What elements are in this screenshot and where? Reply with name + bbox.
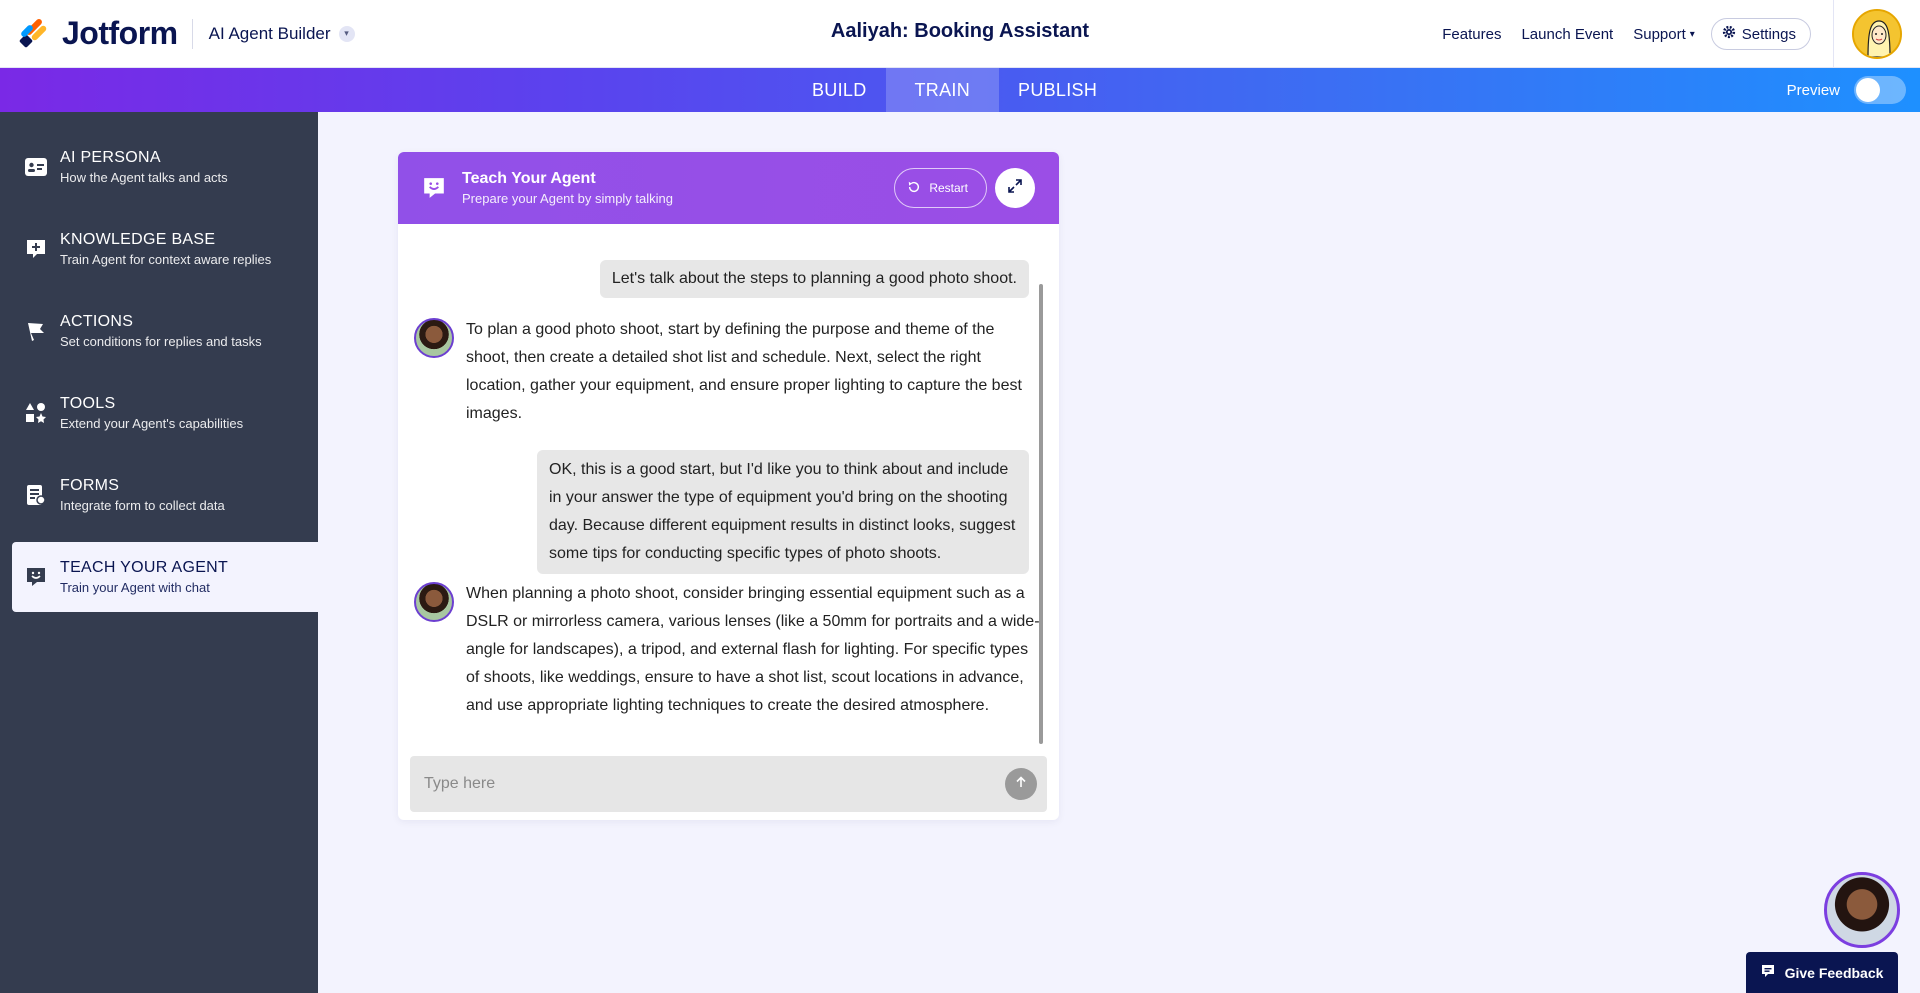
sidebar-item-title: KNOWLEDGE BASE <box>60 231 216 248</box>
settings-label: Settings <box>1741 25 1796 43</box>
agent-message: To plan a good photo shoot, start by def… <box>466 321 1022 422</box>
teach-agent-panel: Teach Your Agent Prepare your Agent by s… <box>398 152 1059 820</box>
agent-avatar <box>414 582 454 622</box>
tab-publish[interactable]: PUBLISH <box>999 68 1116 112</box>
restart-label: Restart <box>929 181 968 195</box>
support-menu[interactable]: Support ▾ <box>1633 26 1695 43</box>
form-icon <box>24 483 48 507</box>
panel-subtitle: Prepare your Agent by simply talking <box>462 191 673 206</box>
chat-smile-icon <box>422 176 446 200</box>
sidebar-item-forms[interactable]: FORMS Integrate form to collect data <box>12 460 318 530</box>
flag-icon <box>24 319 48 343</box>
chat-input[interactable] <box>410 756 1005 812</box>
expand-icon <box>1007 178 1023 199</box>
jotform-logo[interactable]: Jotform <box>18 14 178 54</box>
top-header: Jotform AI Agent Builder ▾ Aaliyah: Book… <box>0 0 1920 68</box>
user-message: Let's talk about the steps to planning a… <box>599 260 1029 298</box>
header-right: Features Launch Event Support ▾ Settings <box>1422 0 1920 68</box>
feedback-icon <box>1761 964 1775 981</box>
arrow-up-icon <box>1015 775 1027 793</box>
tab-build[interactable]: BUILD <box>793 68 886 112</box>
user-message: OK, this is a good start, but I'd like y… <box>537 450 1029 574</box>
sidebar-item-subtitle: Set conditions for replies and tasks <box>60 334 262 349</box>
chat-messages: Let's talk about the steps to planning a… <box>398 224 1059 748</box>
settings-button[interactable]: Settings <box>1710 18 1811 50</box>
feedback-label: Give Feedback <box>1784 964 1884 981</box>
sidebar-item-actions[interactable]: ACTIONS Set conditions for replies and t… <box>12 296 318 366</box>
sidebar-item-title: AI PERSONA <box>60 149 161 166</box>
launch-event-link[interactable]: Launch Event <box>1521 26 1613 43</box>
restart-button[interactable]: Restart <box>894 168 987 208</box>
toggle-knob <box>1856 78 1880 102</box>
sidebar-item-title: FORMS <box>60 477 120 494</box>
builder-switcher[interactable]: AI Agent Builder ▾ <box>209 24 355 44</box>
sidebar-item-subtitle: Train your Agent with chat <box>60 580 210 595</box>
panel-header: Teach Your Agent Prepare your Agent by s… <box>398 152 1059 224</box>
avatar-illustration-icon <box>1854 11 1900 57</box>
builder-name-label: AI Agent Builder <box>208 23 331 43</box>
sidebar-item-title: TEACH YOUR AGENT <box>60 559 229 576</box>
preview-toggle[interactable] <box>1854 76 1906 104</box>
id-card-icon <box>24 155 48 179</box>
knowledge-add-icon <box>24 237 48 261</box>
sidebar-item-subtitle: Integrate form to collect data <box>60 498 225 513</box>
clipped-previous-message <box>494 224 498 233</box>
send-button[interactable] <box>1005 768 1037 800</box>
features-link[interactable]: Features <box>1442 26 1501 43</box>
give-feedback-button[interactable]: Give Feedback <box>1746 952 1898 993</box>
sidebar-item-title: TOOLS <box>60 395 116 412</box>
panel-title: Teach Your Agent <box>462 170 596 187</box>
sidebar-item-knowledge-base[interactable]: KNOWLEDGE BASE Train Agent for context a… <box>12 214 318 284</box>
tab-train[interactable]: TRAIN <box>885 68 1000 112</box>
expand-button[interactable] <box>995 168 1035 208</box>
restart-icon <box>907 180 921 197</box>
agent-avatar <box>414 318 454 358</box>
jotform-logo-icon <box>18 18 50 50</box>
chat-input-bar <box>410 756 1047 812</box>
support-label: Support <box>1633 25 1686 43</box>
sidebar-item-tools[interactable]: TOOLS Extend your Agent's capabilities <box>12 378 318 448</box>
chevron-down-icon: ▾ <box>1689 28 1695 40</box>
sidebar-item-teach-your-agent[interactable]: TEACH YOUR AGENT Train your Agent with c… <box>12 542 318 612</box>
sidebar-item-subtitle: Extend your Agent's capabilities <box>60 416 244 431</box>
sidebar-item-ai-persona[interactable]: AI PERSONA How the Agent talks and acts <box>12 132 318 202</box>
agent-message: When planning a photo shoot, consider br… <box>466 585 1040 714</box>
agent-chat-launcher[interactable] <box>1824 872 1900 948</box>
mode-tabs: BUILD TRAIN PUBLISH <box>793 68 1116 112</box>
sidebar-item-subtitle: How the Agent talks and acts <box>60 170 228 185</box>
chat-scrollbar[interactable] <box>1039 284 1043 744</box>
header-divider <box>191 18 193 49</box>
header-divider <box>1833 0 1834 68</box>
logo-text: Jotform <box>62 15 178 51</box>
preview-label: Preview <box>1786 81 1840 99</box>
user-avatar[interactable] <box>1852 9 1902 59</box>
mode-tab-bar: BUILD TRAIN PUBLISH Preview <box>0 68 1920 112</box>
chevron-down-icon: ▾ <box>338 25 355 42</box>
preview-control: Preview <box>1787 68 1906 112</box>
sidebar-item-subtitle: Train Agent for context aware replies <box>60 252 272 267</box>
sidebar-item-title: ACTIONS <box>60 313 134 330</box>
gear-icon <box>1722 25 1736 43</box>
sidebar: AI PERSONA How the Agent talks and acts … <box>0 112 318 993</box>
shapes-icon <box>24 401 48 425</box>
chat-smile-icon <box>24 565 48 589</box>
